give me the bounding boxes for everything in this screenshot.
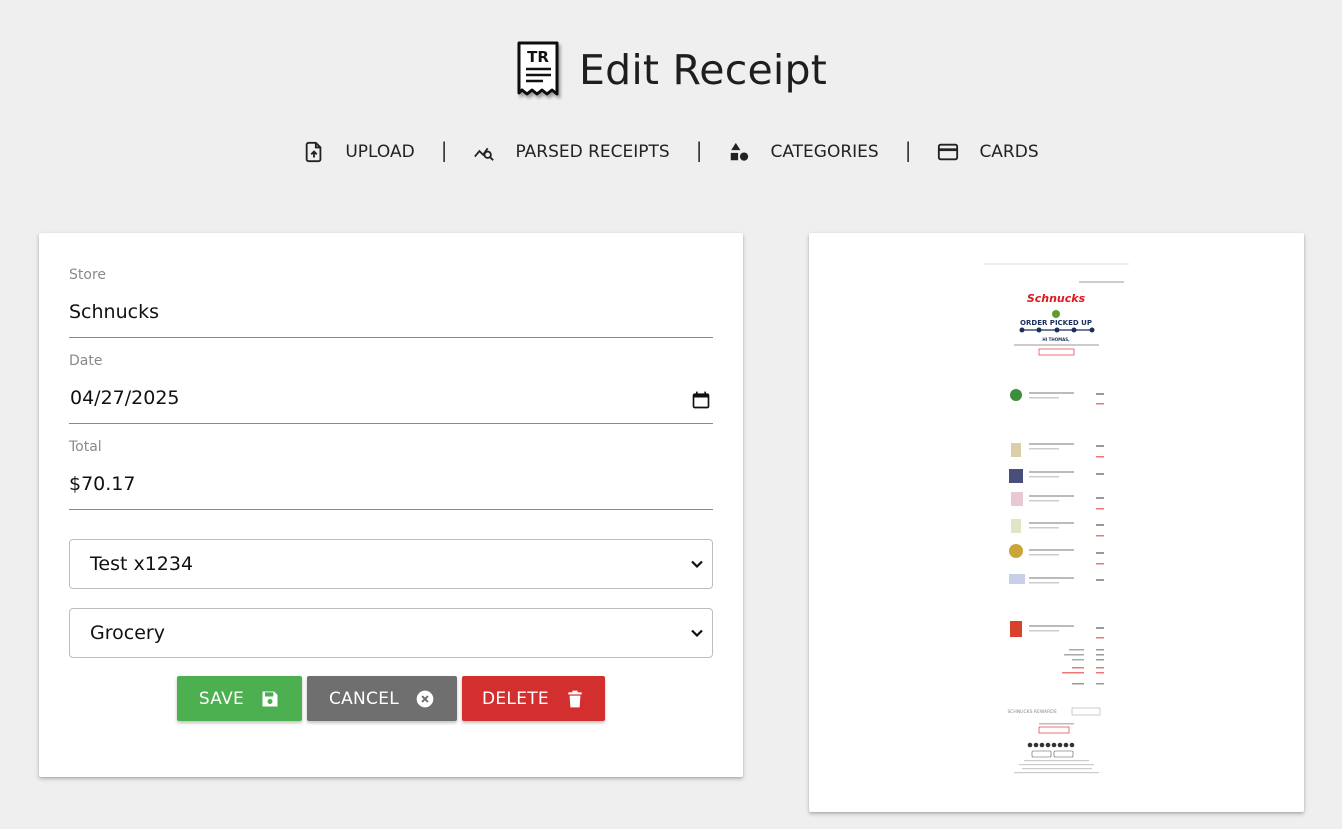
- credit-card-icon: [938, 143, 959, 161]
- nav-parsed-receipts-label: PARSED RECEIPTS: [515, 142, 670, 162]
- save-button[interactable]: SAVE: [177, 676, 302, 721]
- nav-separator: |: [904, 138, 912, 162]
- store-input[interactable]: Schnucks: [69, 301, 159, 323]
- floppy-disk-icon: [262, 691, 278, 706]
- category-select[interactable]: Grocery: [69, 608, 713, 658]
- total-label: Total: [69, 439, 102, 455]
- date-field[interactable]: Date 04/27/2025: [69, 338, 713, 424]
- receipt-preview: Schnucks ORDER PICKED UP HI THOMAS, SCHN…: [809, 233, 1304, 812]
- chevron-down-icon: [691, 629, 703, 638]
- total-input[interactable]: $70.17: [69, 473, 135, 495]
- page-title: Edit Receipt: [579, 46, 827, 94]
- nav-separator: |: [695, 138, 703, 162]
- nav-categories[interactable]: CATEGORIES: [728, 141, 879, 163]
- nav-separator: |: [440, 138, 448, 162]
- card-select-value: Test x1234: [90, 553, 194, 575]
- main-nav: UPLOAD | PARSED RECEIPTS | CATEGORIES | …: [0, 138, 1342, 164]
- close-circle-icon: [416, 690, 434, 707]
- cancel-button[interactable]: CANCEL: [307, 676, 457, 721]
- cancel-button-label: CANCEL: [328, 688, 400, 709]
- chevron-down-icon: [691, 560, 703, 569]
- save-button-label: SAVE: [198, 688, 245, 709]
- total-field[interactable]: Total $70.17: [69, 424, 713, 510]
- nav-upload-label: UPLOAD: [345, 142, 415, 162]
- store-field[interactable]: Store Schnucks: [69, 233, 713, 338]
- date-label: Date: [69, 353, 103, 369]
- receipt-rewards: SCHNUCKS REWARDS: [1007, 709, 1056, 715]
- receipt-greeting: HI THOMAS,: [1042, 337, 1070, 342]
- receipt-brand: Schnucks: [1027, 292, 1086, 305]
- receipt-form: Store Schnucks Date 04/27/2025 Total $70…: [39, 233, 743, 777]
- nav-cards[interactable]: CARDS: [937, 141, 1039, 163]
- delete-button[interactable]: DELETE: [462, 676, 605, 721]
- receipt-image: Schnucks ORDER PICKED UP HI THOMAS, SCHN…: [984, 261, 1129, 781]
- calendar-icon[interactable]: [691, 390, 711, 410]
- search-chart-icon: [474, 147, 495, 161]
- receipt-logo-icon: TR: [517, 41, 559, 96]
- receipt-heading: ORDER PICKED UP: [1020, 319, 1092, 327]
- svg-text:TR: TR: [527, 48, 549, 66]
- nav-categories-label: CATEGORIES: [770, 142, 879, 162]
- category-select-value: Grocery: [90, 622, 165, 644]
- shapes-icon: [731, 142, 749, 161]
- nav-upload[interactable]: UPLOAD: [303, 141, 415, 163]
- store-label: Store: [69, 267, 107, 283]
- card-select[interactable]: Test x1234: [69, 539, 713, 589]
- form-actions: SAVE CANCEL DELETE: [69, 676, 713, 721]
- nav-cards-label: CARDS: [979, 142, 1039, 162]
- delete-button-label: DELETE: [482, 688, 549, 709]
- nav-parsed-receipts[interactable]: PARSED RECEIPTS: [473, 141, 670, 163]
- trash-icon: [568, 690, 582, 707]
- page-header: TR Edit Receipt: [0, 40, 1342, 100]
- date-input[interactable]: 04/27/2025: [70, 387, 180, 409]
- upload-file-icon: [306, 141, 322, 163]
